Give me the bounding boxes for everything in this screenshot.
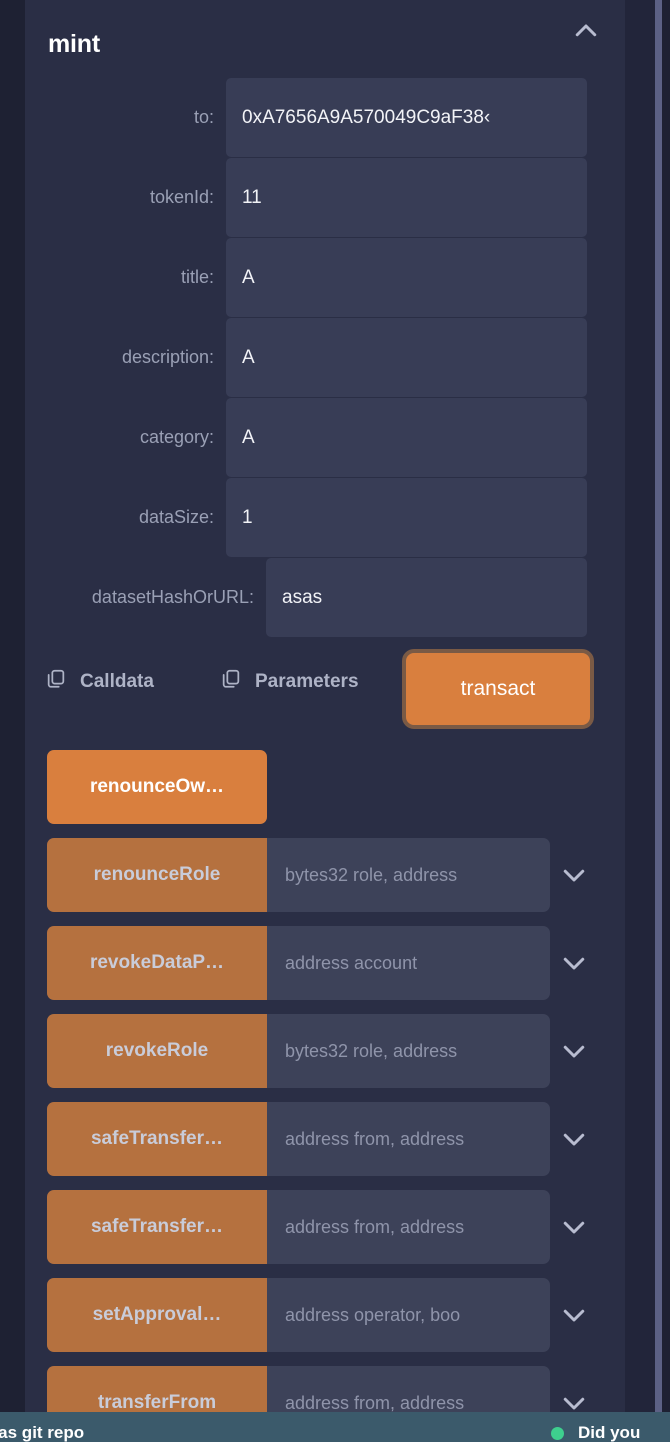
copy-parameters-button[interactable]: Parameters: [220, 668, 359, 695]
transact-button[interactable]: transact: [402, 649, 594, 729]
field-input[interactable]: 0xA7656A9A570049C9aF38‹: [226, 78, 587, 157]
field-input[interactable]: A: [226, 398, 587, 477]
function-call-button[interactable]: setApproval…: [47, 1278, 267, 1352]
chevron-down-icon[interactable]: [550, 1036, 598, 1066]
function-call-button[interactable]: revokeDataP…: [47, 926, 267, 1000]
window-scrollbar-rail[interactable]: [655, 0, 662, 1412]
function-row: renounceOw…: [25, 750, 625, 824]
function-signature-input[interactable]: address from, address: [267, 1102, 550, 1176]
chevron-down-icon[interactable]: [550, 1388, 598, 1412]
form-row: description: A: [25, 318, 625, 397]
field-input[interactable]: 11: [226, 158, 587, 237]
field-label: description:: [121, 347, 214, 367]
function-call-button[interactable]: revokeRole: [47, 1014, 267, 1088]
form-row: category: A: [25, 398, 625, 477]
function-row: revokeRole bytes32 role, address: [25, 1014, 625, 1088]
status-left-text: e as git repo: [0, 1423, 85, 1442]
form-row: title: A: [25, 238, 625, 317]
form-row: tokenId: 11: [25, 158, 625, 237]
chevron-down-icon[interactable]: [550, 1124, 598, 1154]
function-signature-input[interactable]: address from, address: [267, 1190, 550, 1264]
status-indicator-dot: [551, 1427, 564, 1440]
copy-icon: [220, 668, 242, 695]
function-call-button[interactable]: renounceOw…: [47, 750, 267, 824]
field-input[interactable]: A: [226, 318, 587, 397]
function-signature-input[interactable]: bytes32 role, address: [267, 1014, 550, 1088]
function-row: setApproval… address operator, boo: [25, 1278, 625, 1352]
field-label: datasetHashOrURL:: [91, 587, 254, 607]
status-bar: e as git repo Did you: [0, 1412, 670, 1442]
copy-calldata-label: Calldata: [80, 670, 154, 692]
chevron-up-icon[interactable]: [569, 14, 603, 48]
function-row: transferFrom address from, address: [25, 1366, 625, 1412]
field-label: dataSize:: [138, 507, 214, 527]
parameter-form: to: 0xA7656A9A570049C9aF38‹ tokenId: 11 titl…: [25, 78, 625, 637]
form-row: datasetHashOrURL: asas: [25, 558, 625, 637]
field-label: category:: [139, 427, 214, 447]
function-call-button[interactable]: safeTransfer…: [47, 1102, 267, 1176]
field-input[interactable]: asas: [266, 558, 587, 637]
function-row: safeTransfer… address from, address: [25, 1102, 625, 1176]
field-label: title:: [180, 267, 214, 287]
function-signature-input[interactable]: address operator, boo: [267, 1278, 550, 1352]
right-edge-filler: [662, 0, 670, 1412]
copy-parameters-label: Parameters: [255, 670, 359, 692]
action-bar: Calldata Parameters transact: [25, 644, 625, 732]
form-row: to: 0xA7656A9A570049C9aF38‹: [25, 78, 625, 157]
panel-header: mint: [25, 0, 625, 78]
function-signature-input[interactable]: bytes32 role, address: [267, 838, 550, 912]
field-input[interactable]: A: [226, 238, 587, 317]
field-input[interactable]: 1: [226, 478, 587, 557]
chevron-down-icon[interactable]: [550, 1300, 598, 1330]
function-signature-input[interactable]: address from, address: [267, 1366, 550, 1412]
chevron-down-icon[interactable]: [550, 1212, 598, 1242]
function-call-button[interactable]: renounceRole: [47, 838, 267, 912]
copy-calldata-button[interactable]: Calldata: [45, 668, 154, 695]
function-signature-input[interactable]: address account: [267, 926, 550, 1000]
chevron-down-icon[interactable]: [550, 948, 598, 978]
status-right-text[interactable]: Did you: [578, 1423, 640, 1442]
page-title: mint: [48, 30, 100, 58]
function-row: safeTransfer… address from, address: [25, 1190, 625, 1264]
function-row: renounceRole bytes32 role, address: [25, 838, 625, 912]
function-call-button[interactable]: transferFrom: [47, 1366, 267, 1412]
function-list: renounceOw… renounceRole bytes32 role, add…: [25, 732, 625, 1412]
copy-icon: [45, 668, 67, 695]
form-row: dataSize: 1: [25, 478, 625, 557]
transact-button-label: transact: [460, 677, 536, 700]
function-panel: mint to: 0xA7656A9A570049C9aF38‹ tokenId: 1…: [25, 0, 625, 1412]
left-gutter: [0, 0, 25, 1412]
function-call-button[interactable]: safeTransfer…: [47, 1190, 267, 1264]
function-row: revokeDataP… address account: [25, 926, 625, 1000]
field-label: to:: [193, 107, 214, 127]
chevron-down-icon[interactable]: [550, 860, 598, 890]
field-label: tokenId:: [149, 187, 214, 207]
